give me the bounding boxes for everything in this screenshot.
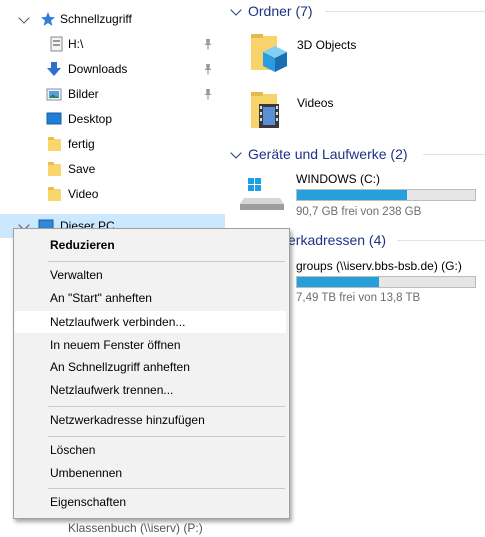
nav-item-desktop[interactable]: Desktop (0, 107, 225, 131)
folder-name: Videos (297, 96, 334, 110)
drive-free-space: 90,7 GB frei von 238 GB (296, 206, 422, 218)
chevron-down-icon[interactable] (18, 12, 30, 24)
pin-icon[interactable] (203, 88, 213, 100)
group-header-label: Geräte und Laufwerke (2) (248, 146, 408, 162)
menu-item-properties[interactable]: Eigenschaften (15, 491, 286, 513)
menu-item-label: An Schnellzugriff anheften (50, 360, 190, 374)
menu-item-add-network-location[interactable]: Netzwerkadresse hinzufügen (15, 409, 286, 431)
3d-objects-folder-icon (251, 34, 287, 72)
download-arrow-icon (47, 62, 61, 76)
menu-item-label: Netzlaufwerk verbinden... (50, 315, 186, 329)
nav-item-bilder[interactable]: Bilder (0, 82, 225, 106)
menu-item-manage[interactable]: Verwalten (15, 264, 286, 286)
desktop-icon (46, 112, 62, 125)
group-header-label: erkadressen (4) (288, 232, 387, 248)
group-divider (325, 11, 485, 12)
nav-item-quick-access[interactable]: Schnellzugriff (0, 7, 225, 31)
menu-item-map-network-drive[interactable]: Netzlaufwerk verbinden... (15, 311, 286, 333)
menu-separator (48, 406, 285, 407)
menu-item-label: Netzlaufwerk trennen... (50, 383, 174, 397)
network-drive-icon (50, 36, 63, 52)
menu-item-label: Umbenennen (50, 466, 123, 480)
drive-usage-bar (296, 189, 476, 201)
menu-item-label: Verwalten (50, 268, 103, 282)
menu-item-collapse[interactable]: Reduzieren (15, 234, 286, 256)
menu-item-delete[interactable]: Löschen (15, 439, 286, 461)
nav-item-video[interactable]: Video (0, 182, 225, 206)
pin-icon[interactable] (203, 63, 213, 75)
nav-item-label: fertig (68, 137, 95, 151)
nav-item-fertig[interactable]: fertig (0, 132, 225, 156)
nav-item-h-drive[interactable]: H:\ (0, 32, 225, 56)
nav-item-downloads[interactable]: Downloads (0, 57, 225, 81)
nav-item-label: Bilder (68, 87, 99, 101)
menu-item-label: Eigenschaften (50, 495, 127, 509)
chevron-down-icon[interactable] (230, 3, 242, 16)
menu-item-pin-start[interactable]: An "Start" anheften (15, 287, 286, 309)
folder-icon (48, 136, 62, 152)
drive-tile-windows[interactable]: WINDOWS (C:) 90,7 GB frei von 238 GB (240, 168, 485, 222)
menu-item-label: Netzwerkadresse hinzufügen (50, 413, 205, 427)
menu-item-open-new-window[interactable]: In neuem Fenster öffnen (15, 334, 286, 356)
menu-separator (48, 261, 285, 262)
nav-item-save[interactable]: Save (0, 157, 225, 181)
menu-item-disconnect-network-drive[interactable]: Netzlaufwerk trennen... (15, 379, 286, 401)
nav-item-label: Video (68, 187, 99, 201)
menu-item-label: An "Start" anheften (50, 291, 152, 305)
drive-tile-groups[interactable]: groups (\\iserv.bbs-bsb.de) (G:) 7,49 TB… (295, 255, 485, 309)
chevron-down-icon[interactable] (230, 146, 242, 159)
menu-item-label: In neuem Fenster öffnen (50, 338, 181, 352)
nav-item-label: Downloads (68, 62, 128, 76)
pictures-icon (46, 88, 62, 101)
star-icon (41, 12, 55, 26)
group-header-label: Ordner (7) (248, 3, 313, 19)
group-divider (423, 154, 485, 155)
menu-item-label: Löschen (50, 443, 96, 457)
drive-name: WINDOWS (C:) (296, 172, 380, 186)
nav-item-label: Schnellzugriff (60, 12, 132, 26)
folder-tile-3d-objects[interactable]: 3D Objects (245, 28, 475, 80)
group-header-folders[interactable]: Ordner (7) (225, 0, 313, 22)
menu-item-pin-quick-access[interactable]: An Schnellzugriff anheften (15, 356, 286, 378)
pin-icon[interactable] (203, 38, 213, 50)
nav-item-label: H:\ (68, 37, 84, 51)
nav-item-label: Save (68, 162, 96, 176)
group-divider (397, 240, 485, 241)
group-header-drives[interactable]: Geräte und Laufwerke (2) (225, 143, 408, 165)
drive-usage-fill (297, 190, 408, 200)
folder-name: 3D Objects (297, 38, 357, 52)
drive-usage-fill (297, 277, 379, 287)
folder-icon (48, 186, 62, 202)
videos-folder-icon (251, 92, 279, 128)
nav-item-label: Desktop (68, 112, 113, 126)
menu-separator (48, 436, 285, 437)
menu-item-label: Reduzieren (50, 238, 115, 252)
drive-name: groups (\\iserv.bbs-bsb.de) (G:) (296, 259, 462, 273)
drive-usage-bar (296, 276, 476, 288)
menu-item-rename[interactable]: Umbenennen (15, 462, 286, 484)
folder-tile-videos[interactable]: Videos (245, 86, 475, 138)
menu-separator (48, 488, 285, 489)
windows-drive-icon (240, 178, 284, 210)
drive-free-space: 7,49 TB frei von 13,8 TB (296, 292, 421, 304)
folder-icon (48, 161, 62, 177)
context-menu: Reduzieren Verwalten An "Start" anheften… (13, 228, 290, 519)
